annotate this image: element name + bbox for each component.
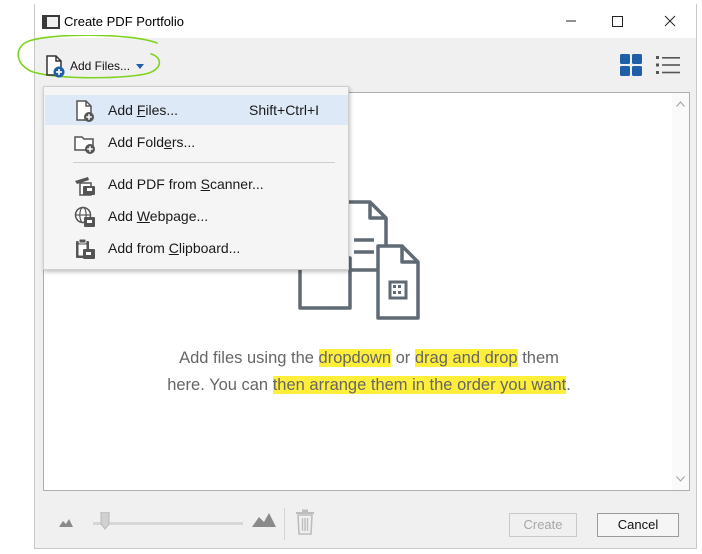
empty-text-part: . [566,376,571,394]
menu-item-add-webpage[interactable]: Add Webpage... [45,201,348,231]
label-part: canner... [209,176,264,192]
close-icon [664,15,676,27]
thumbnail-size-slider-thumb[interactable] [100,512,110,530]
menu-item-add-from-scanner[interactable]: Add PDF from Scanner... [45,169,348,199]
highlighted-text: then arrange them in the order you want [272,376,567,394]
minimize-button[interactable] [548,4,594,38]
add-file-icon [76,100,94,122]
thumbnail-size-slider-track[interactable] [93,522,243,525]
add-file-icon [46,55,65,78]
minimize-icon [566,20,576,22]
menu-item-label: Add PDF from Scanner... [108,176,264,192]
menu-item-add-files[interactable]: Add Files... Shift+Ctrl+I [45,95,348,125]
underlined-char: S [200,176,210,192]
label-part: ebpage... [149,208,209,224]
label-part: Add PDF from [108,176,201,192]
cancel-button[interactable]: Cancel [597,513,679,537]
menu-item-shortcut: Shift+Ctrl+I [249,102,320,118]
maximize-button[interactable] [594,4,640,38]
large-thumbnail-icon[interactable] [252,513,276,527]
close-button[interactable] [647,4,693,38]
empty-text-part: Add files using the [179,349,319,367]
bottom-bar: Create Cancel [35,500,696,549]
toolbar: Add Files... [17,35,696,92]
empty-text-part: here. You can [167,376,273,394]
empty-text-part: or [391,349,415,367]
caret-down-icon [136,63,145,69]
add-files-label: Add Files... [70,59,131,73]
scanner-icon [75,177,95,196]
scroll-up-icon[interactable] [676,101,685,107]
menu-item-add-folders[interactable]: Add Folders... [45,127,348,157]
label-part: Add from [108,240,169,256]
highlighted-text: dropdown [318,349,392,367]
app-window-icon [42,15,60,29]
underlined-char: C [168,240,179,256]
menu-item-label: Add Folders... [108,134,195,150]
menu-item-add-from-clipboard[interactable]: Add from Clipboard... [45,233,348,263]
label-part: iles... [145,102,179,118]
empty-state-message: Add files using the dropdown or drag and… [64,345,674,399]
label-part: lipboard... [178,240,241,256]
highlighted-text: drag and drop [414,349,518,367]
menu-item-label: Add Webpage... [108,208,208,224]
trash-icon[interactable] [295,509,315,535]
label-part: Add [108,102,137,118]
menu-item-label: Add Files... [108,102,178,118]
add-folder-icon [74,136,95,154]
label-part: rs... [171,134,196,150]
scroll-down-icon[interactable] [676,476,685,482]
menu-item-label: Add from Clipboard... [108,240,240,256]
underlined-char: W [136,208,150,224]
list-view-icon[interactable] [656,54,680,76]
label-part: Add [108,208,137,224]
menu-separator [73,162,335,163]
window-title: Create PDF Portfolio [64,14,184,29]
divider [284,508,285,540]
add-files-dropdown-button[interactable]: Add Files... [42,52,150,80]
clipboard-icon [76,238,95,259]
create-button[interactable]: Create [509,513,577,537]
vertical-scrollbar[interactable] [672,93,689,490]
add-files-menu: Add Files... Shift+Ctrl+I Add Folders...… [43,86,349,270]
title-bar: Create PDF Portfolio [35,4,696,38]
grid-view-icon[interactable] [620,54,642,76]
maximize-icon [612,16,623,27]
webpage-icon [74,206,95,227]
small-thumbnail-icon[interactable] [59,519,73,527]
label-part: Add Fold [108,134,165,150]
empty-text-part: them [517,349,559,367]
underlined-char: e [164,134,172,150]
